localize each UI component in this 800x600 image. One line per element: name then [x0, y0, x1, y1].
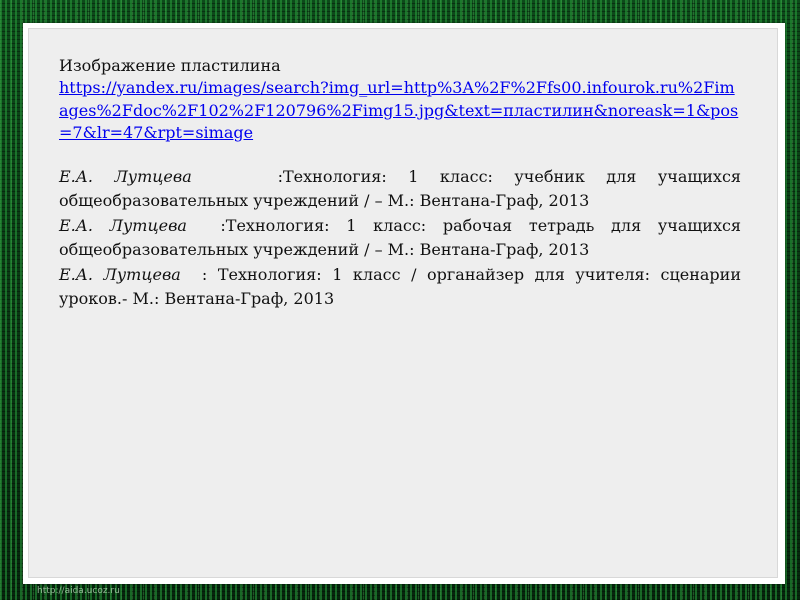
watermark-text: http://aida.ucoz.ru: [37, 586, 120, 596]
references-list: Е.А. Лутцева :Технология: 1 класс: учебн…: [59, 165, 741, 312]
reference-separator: :: [180, 264, 218, 284]
reference-author: Е.А. Лутцева: [59, 264, 181, 284]
content-panel: Изображение пластилина https://yandex.ru…: [28, 28, 778, 578]
reference-item: Е.А. Лутцева : Технология: 1 класс / орг…: [59, 263, 741, 312]
slide-content: Изображение пластилина https://yandex.ru…: [59, 55, 741, 312]
reference-author: Е.А. Лутцева: [59, 166, 192, 186]
reference-item: Е.А. Лутцева :Технология: 1 класс: рабоч…: [59, 214, 741, 263]
reference-separator: :: [191, 166, 283, 186]
image-source-link[interactable]: https://yandex.ru/images/search?img_url=…: [59, 77, 741, 145]
image-source-heading: Изображение пластилина: [59, 56, 281, 75]
reference-author: Е.А. Лутцева: [59, 215, 187, 235]
reference-item: Е.А. Лутцева :Технология: 1 класс: учебн…: [59, 165, 741, 214]
reference-separator: :: [186, 215, 226, 235]
slide-frame: Изображение пластилина https://yandex.ru…: [23, 23, 785, 584]
